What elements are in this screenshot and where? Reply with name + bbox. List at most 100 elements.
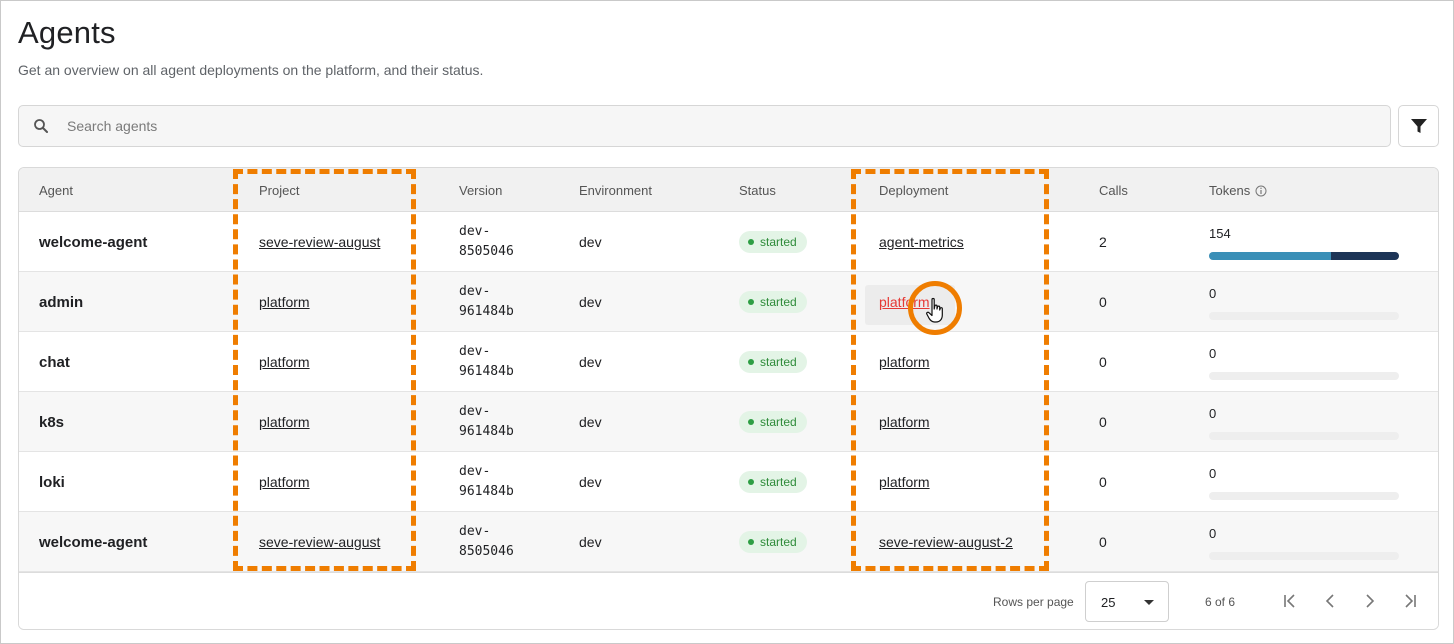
tokens-progress-bar — [1209, 252, 1399, 260]
cell-version: dev- 8505046 — [459, 512, 514, 572]
cell-calls: 0 — [1099, 452, 1107, 512]
environment-value: dev — [579, 294, 602, 310]
cell-calls: 2 — [1099, 212, 1107, 272]
version-line-2: 961484b — [459, 364, 514, 379]
cell-environment: dev — [579, 512, 602, 572]
tokens-value: 0 — [1209, 466, 1217, 481]
cell-version: dev- 961484b — [459, 392, 514, 452]
rows-per-page-value: 25 — [1101, 595, 1116, 610]
version-line-2: 8505046 — [459, 544, 514, 559]
cell-version: dev- 961484b — [459, 332, 514, 392]
cell-tokens: 0 — [1209, 286, 1399, 320]
tokens-value: 154 — [1209, 226, 1231, 241]
status-text: started — [760, 475, 797, 489]
column-header-version[interactable]: Version — [459, 183, 502, 198]
filter-button[interactable] — [1398, 105, 1439, 147]
cell-status: started — [739, 212, 807, 272]
calls-value: 0 — [1099, 414, 1107, 430]
version-line-1: dev- — [459, 224, 491, 239]
status-text: started — [760, 415, 797, 429]
cell-status: started — [739, 272, 807, 332]
version-line-1: dev- — [459, 464, 491, 479]
tokens-progress-bar — [1209, 312, 1399, 320]
status-dot-icon — [748, 479, 754, 485]
status-dot-icon — [748, 419, 754, 425]
column-header-tokens[interactable]: Tokens — [1209, 183, 1267, 198]
cell-tokens: 154 — [1209, 226, 1399, 260]
table-row: chat platform dev- 961484b dev started platfor… — [19, 332, 1438, 392]
column-header-environment[interactable]: Environment — [579, 183, 652, 198]
calls-value: 0 — [1099, 474, 1107, 490]
rows-per-page-label: Rows per page — [993, 595, 1074, 609]
cell-tokens: 0 — [1209, 406, 1399, 440]
page-count: 6 of 6 — [1205, 595, 1236, 609]
next-page-icon[interactable] — [1361, 592, 1379, 610]
table-row: welcome-agent seve-review-august dev- 85050… — [19, 212, 1438, 272]
agent-name: welcome-agent — [39, 533, 148, 551]
version-line-1: dev- — [459, 284, 491, 299]
cell-tokens: 0 — [1209, 526, 1399, 560]
status-badge: started — [739, 231, 807, 253]
deployment-column-highlight — [851, 169, 1049, 571]
cell-environment: dev — [579, 212, 602, 272]
environment-value: dev — [579, 414, 602, 430]
tokens-header-label: Tokens — [1209, 183, 1251, 198]
version-value: dev- 961484b — [459, 392, 514, 442]
status-dot-icon — [748, 359, 754, 365]
last-page-icon[interactable] — [1401, 592, 1419, 610]
version-line-1: dev- — [459, 524, 491, 539]
environment-value: dev — [579, 354, 602, 370]
agent-name: welcome-agent — [39, 233, 148, 251]
agent-name: chat — [39, 353, 70, 371]
version-line-1: dev- — [459, 404, 491, 419]
table-header: Agent Project Version Environment Status… — [19, 168, 1438, 212]
tokens-value: 0 — [1209, 286, 1217, 301]
status-text: started — [760, 535, 797, 549]
pagination-bar: Rows per page 25 6 of 6 — [19, 572, 1438, 629]
version-line-1: dev- — [459, 344, 491, 359]
agent-name: admin — [39, 293, 84, 311]
cell-calls: 0 — [1099, 512, 1107, 572]
search-icon — [34, 119, 48, 133]
cell-status: started — [739, 512, 807, 572]
cell-tokens: 0 — [1209, 346, 1399, 380]
tokens-value: 0 — [1209, 346, 1217, 361]
table-row: admin platform dev- 961484b dev started platfo… — [19, 272, 1438, 332]
agent-name: loki — [39, 473, 65, 491]
status-badge: started — [739, 531, 807, 553]
cell-version: dev- 8505046 — [459, 212, 514, 272]
app-window: Agents Get an overview on all agent depl… — [0, 0, 1454, 644]
agents-table: Agent Project Version Environment Status… — [18, 167, 1439, 630]
tokens-progress-bar — [1209, 432, 1399, 440]
column-header-status[interactable]: Status — [739, 183, 776, 198]
rows-per-page-select[interactable]: 25 — [1085, 581, 1169, 622]
status-dot-icon — [748, 539, 754, 545]
project-column-highlight — [233, 169, 416, 571]
status-badge: started — [739, 351, 807, 373]
search-input[interactable] — [67, 106, 1367, 146]
hand-cursor-icon — [926, 297, 943, 323]
cell-agent: chat — [39, 332, 70, 392]
search-bar[interactable] — [18, 105, 1391, 147]
column-header-calls[interactable]: Calls — [1099, 183, 1128, 198]
version-value: dev- 8505046 — [459, 212, 514, 262]
first-page-icon[interactable] — [1281, 592, 1299, 610]
page-subtitle: Get an overview on all agent deployments… — [18, 62, 484, 78]
cell-status: started — [739, 332, 807, 392]
agent-name: k8s — [39, 413, 65, 431]
status-text: started — [760, 355, 797, 369]
cell-agent: welcome-agent — [39, 512, 147, 572]
info-icon[interactable] — [1255, 185, 1267, 197]
cell-agent: k8s — [39, 392, 64, 452]
cell-status: started — [739, 392, 807, 452]
version-value: dev- 961484b — [459, 332, 514, 382]
status-dot-icon — [748, 239, 754, 245]
column-header-agent[interactable]: Agent — [39, 183, 73, 198]
previous-page-icon[interactable] — [1321, 592, 1339, 610]
version-line-2: 961484b — [459, 424, 514, 439]
tokens-bar-segment-input — [1209, 252, 1331, 260]
cell-calls: 0 — [1099, 332, 1107, 392]
cell-version: dev- 961484b — [459, 452, 514, 512]
status-badge: started — [739, 291, 807, 313]
cell-tokens: 0 — [1209, 466, 1399, 500]
